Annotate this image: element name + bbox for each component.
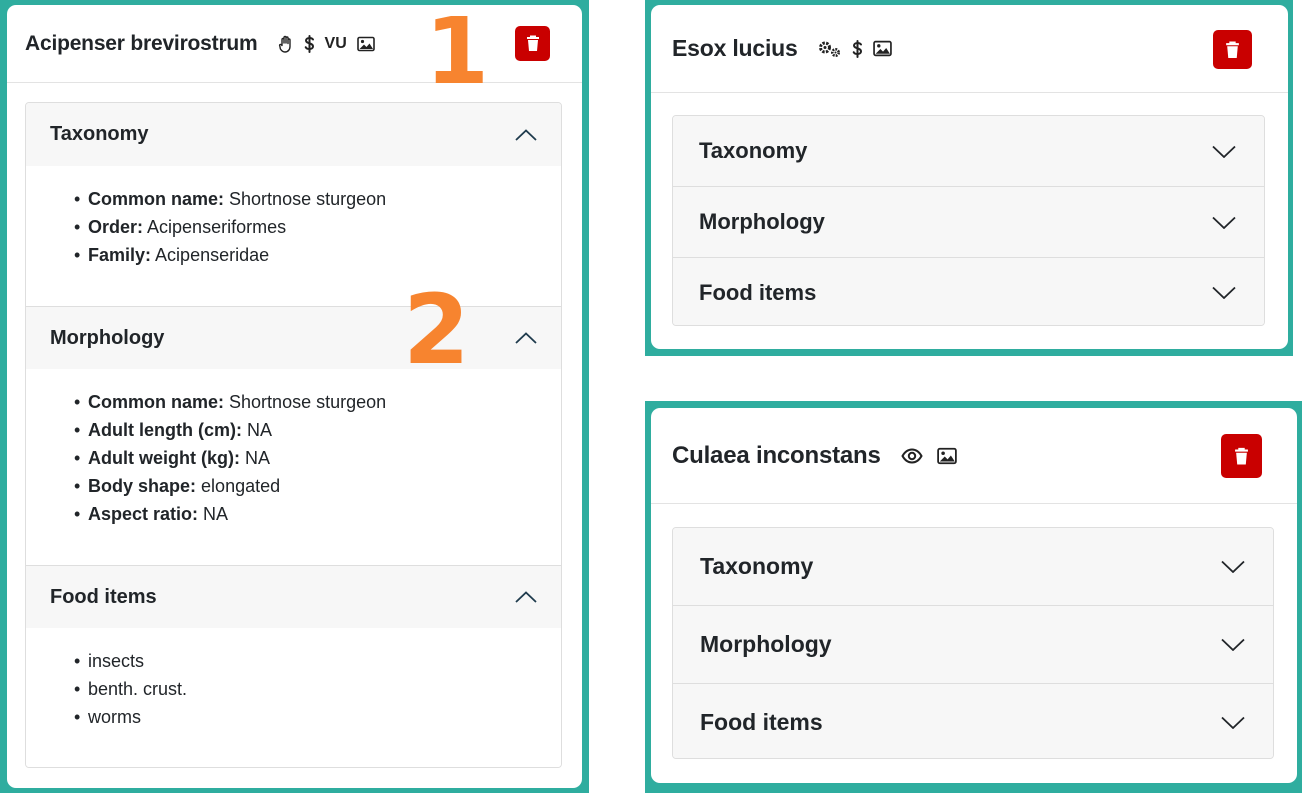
list-item: Body shape: elongated xyxy=(72,472,516,500)
accordion-header-taxonomy[interactable]: Taxonomy xyxy=(26,103,561,166)
delete-button[interactable] xyxy=(1213,30,1252,69)
chevron-down-icon xyxy=(1212,216,1236,229)
accordion-title: Morphology xyxy=(699,209,825,234)
species-title: Acipenser brevirostrum xyxy=(25,31,258,55)
accordion-title: Food items xyxy=(50,585,157,608)
list-item: Aspect ratio: NA xyxy=(72,500,516,528)
list-item: Adult length (cm): NA xyxy=(72,416,516,444)
dollar-icon xyxy=(304,34,315,53)
badge-group xyxy=(818,39,892,58)
badge-group: VU xyxy=(278,34,375,53)
gears-icon xyxy=(818,40,842,58)
accordion-header-morphology[interactable]: Morphology xyxy=(673,187,1264,257)
list-item: Common name: Shortnose sturgeon xyxy=(72,388,516,416)
image-icon xyxy=(872,40,892,57)
card-header: Culaea inconstans xyxy=(651,408,1297,504)
eye-icon xyxy=(901,447,923,464)
chevron-down-icon xyxy=(1221,560,1245,573)
iucn-status-badge: VU xyxy=(324,34,347,52)
trash-icon xyxy=(1226,41,1239,58)
image-icon xyxy=(936,447,957,465)
chevron-up-icon xyxy=(515,591,537,603)
accordion-title: Morphology xyxy=(50,326,165,349)
accordion-body-food-items: insects benth. crust. worms xyxy=(26,628,561,767)
accordion-header-food-items[interactable]: Food items xyxy=(673,684,1273,758)
accordion-item-food-items: Food items insects benth. crust. worms xyxy=(26,566,561,767)
chevron-down-icon xyxy=(1221,638,1245,651)
accordion-title: Taxonomy xyxy=(700,553,814,579)
details-accordion: Taxonomy Common name: Shortnose sturgeon… xyxy=(25,102,562,768)
accordion-item-taxonomy: Taxonomy xyxy=(673,528,1273,606)
accordion-item-food-items: Food items xyxy=(673,258,1264,325)
species-card-esox: Esox lucius Taxonomy Morphology Food ite… xyxy=(651,5,1288,349)
accordion-item-morphology: Morphology xyxy=(673,187,1264,258)
hand-icon xyxy=(278,35,294,53)
accordion-title: Food items xyxy=(699,279,817,305)
accordion-title: Taxonomy xyxy=(50,123,149,145)
species-card-acipenser: Acipenser brevirostrum VU Taxonomy • Com… xyxy=(7,5,582,788)
card-header: Esox lucius xyxy=(651,5,1288,93)
accordion-title: Food items xyxy=(700,708,823,735)
image-icon xyxy=(356,36,375,52)
chevron-up-icon xyxy=(515,128,537,141)
accordion-item-morphology: Morphology xyxy=(673,606,1273,684)
accordion-header-taxonomy[interactable]: Taxonomy xyxy=(673,116,1264,186)
card-header: Acipenser brevirostrum VU xyxy=(7,5,582,83)
trash-icon xyxy=(1235,447,1248,465)
list-item: Common name: Shortnose sturgeon xyxy=(72,185,516,213)
accordion-header-food-items[interactable]: Food items xyxy=(673,258,1264,325)
badge-group xyxy=(901,447,957,465)
chevron-up-icon xyxy=(515,332,537,344)
accordion-title: Morphology xyxy=(700,631,832,657)
annotation-marker-2: 2 xyxy=(403,274,470,386)
details-accordion: Taxonomy Morphology Food items xyxy=(672,527,1274,759)
accordion-body-taxonomy: Common name: Shortnose sturgeon Order: A… xyxy=(26,166,561,306)
list-item: Order: Acipenseriformes xyxy=(72,213,516,241)
list-item: Family: Acipenseridae xyxy=(72,241,516,269)
list-item: Adult weight (kg): NA xyxy=(72,444,516,472)
accordion-title: Taxonomy xyxy=(699,138,808,163)
accordion-header-morphology[interactable]: Morphology xyxy=(673,606,1273,683)
chevron-down-icon xyxy=(1221,716,1245,729)
accordion-body-morphology: Common name: Shortnose sturgeon Adult le… xyxy=(26,369,561,565)
species-title: Culaea inconstans xyxy=(672,441,881,469)
accordion-header-food-items[interactable]: Food items xyxy=(26,566,561,628)
trash-icon xyxy=(526,35,539,51)
delete-button[interactable] xyxy=(1221,434,1262,478)
accordion-item-morphology: Morphology Common name: Shortnose sturge… xyxy=(26,307,561,566)
details-accordion: Taxonomy Morphology Food items xyxy=(672,115,1265,326)
dollar-icon xyxy=(852,39,863,58)
list-item: insects xyxy=(72,647,516,675)
list-item: benth. crust. xyxy=(72,675,516,703)
annotation-marker-1: 1 xyxy=(425,0,490,105)
species-title: Esox lucius xyxy=(672,35,798,61)
accordion-header-taxonomy[interactable]: Taxonomy xyxy=(673,528,1273,605)
delete-button[interactable] xyxy=(515,26,550,61)
chevron-down-icon xyxy=(1212,145,1236,158)
species-card-culaea: Culaea inconstans Taxonomy Morphology Fo… xyxy=(651,408,1297,783)
list-item: worms xyxy=(72,703,516,731)
accordion-item-taxonomy: Taxonomy Common name: Shortnose sturgeon… xyxy=(26,103,561,307)
accordion-item-food-items: Food items xyxy=(673,684,1273,758)
accordion-header-morphology[interactable]: Morphology xyxy=(26,307,561,369)
accordion-item-taxonomy: Taxonomy xyxy=(673,116,1264,187)
chevron-down-icon xyxy=(1212,286,1236,299)
